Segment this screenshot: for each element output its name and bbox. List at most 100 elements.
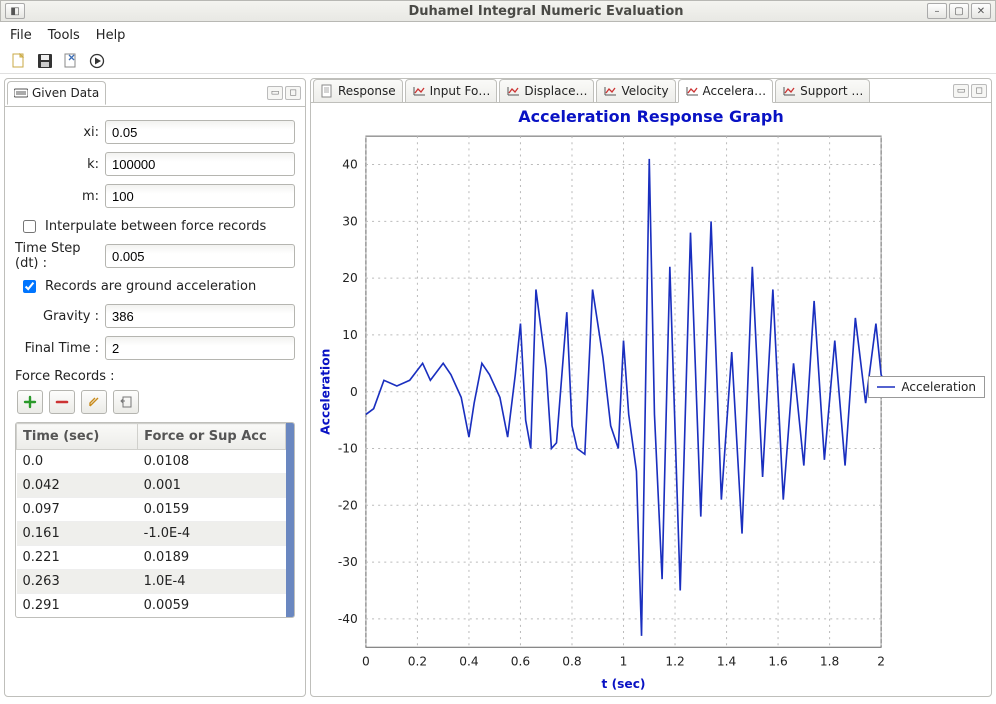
- table-row[interactable]: 0.2631.0E-4: [17, 570, 286, 594]
- tab-response[interactable]: Response: [313, 79, 403, 103]
- app-icon: ◧: [5, 3, 25, 19]
- label-xi: xi:: [15, 125, 105, 140]
- svg-text:0: 0: [362, 655, 370, 669]
- table-row[interactable]: 0.161-1.0E-4: [17, 522, 286, 546]
- import-record-button[interactable]: [113, 390, 139, 414]
- new-icon[interactable]: [10, 52, 28, 70]
- close-button[interactable]: ✕: [971, 3, 991, 19]
- table-row[interactable]: 0.2210.0189: [17, 546, 286, 570]
- sidebar-tab-label: Given Data: [32, 86, 99, 100]
- chart-icon: [603, 84, 617, 98]
- maximize-button[interactable]: ▢: [949, 3, 969, 19]
- input-final-time[interactable]: [105, 336, 295, 360]
- tab-displace-[interactable]: Displace…: [499, 79, 594, 103]
- tab-label: Support …: [800, 84, 863, 98]
- table-row[interactable]: 0.00.0108: [17, 450, 286, 474]
- svg-text:-10: -10: [338, 442, 358, 456]
- chart-panel-maximize-button[interactable]: ◻: [971, 84, 987, 98]
- label-dt: Time Step (dt) :: [15, 241, 105, 271]
- chart-icon: [506, 84, 520, 98]
- table-row[interactable]: 0.0970.0159: [17, 498, 286, 522]
- panel-maximize-button[interactable]: ◻: [285, 86, 301, 100]
- svg-text:0.2: 0.2: [408, 655, 427, 669]
- tab-label: Displace…: [524, 84, 587, 98]
- tab-label: Accelera…: [703, 84, 767, 98]
- svg-text:1.6: 1.6: [768, 655, 787, 669]
- open-icon[interactable]: [62, 52, 80, 70]
- tab-label: Velocity: [621, 84, 668, 98]
- table-scrollbar[interactable]: [286, 423, 294, 617]
- run-icon[interactable]: [88, 52, 106, 70]
- chart-icon: [412, 84, 426, 98]
- sidebar-tab-given-data[interactable]: Given Data: [7, 81, 106, 105]
- svg-text:40: 40: [342, 158, 358, 172]
- menu-tools[interactable]: Tools: [48, 28, 80, 43]
- checkbox-ground-accel[interactable]: [23, 280, 36, 293]
- svg-text:1.4: 1.4: [717, 655, 737, 669]
- tab-label: Response: [338, 84, 396, 98]
- col-time[interactable]: Time (sec): [17, 424, 138, 450]
- svg-text:0: 0: [350, 385, 358, 399]
- svg-text:-20: -20: [338, 498, 358, 512]
- tab-input-fo-[interactable]: Input Fo…: [405, 79, 498, 103]
- menu-file[interactable]: File: [10, 28, 32, 43]
- svg-text:1.8: 1.8: [820, 655, 839, 669]
- chart-title: Acceleration Response Graph: [311, 107, 991, 126]
- force-records-table[interactable]: Time (sec) Force or Sup Acc 0.00.01080.0…: [16, 423, 286, 617]
- svg-text:1: 1: [620, 655, 628, 669]
- input-gravity[interactable]: [105, 304, 295, 328]
- menu-help[interactable]: Help: [96, 28, 126, 43]
- label-gravity: Gravity :: [15, 309, 105, 324]
- label-k: k:: [15, 157, 105, 172]
- remove-record-button[interactable]: [49, 390, 75, 414]
- svg-text:Acceleration: Acceleration: [318, 349, 332, 435]
- svg-text:-30: -30: [338, 555, 358, 569]
- minimize-button[interactable]: –: [927, 3, 947, 19]
- svg-text:-40: -40: [338, 612, 358, 626]
- svg-text:t (sec): t (sec): [602, 677, 646, 691]
- tab-support-[interactable]: Support …: [775, 79, 870, 103]
- tab-velocity[interactable]: Velocity: [596, 79, 675, 103]
- keyboard-icon: [14, 86, 28, 100]
- col-force[interactable]: Force or Sup Acc: [138, 424, 286, 450]
- checkbox-interpolate[interactable]: [23, 220, 36, 233]
- add-record-button[interactable]: [17, 390, 43, 414]
- table-row[interactable]: 0.0420.001: [17, 474, 286, 498]
- input-k[interactable]: [105, 152, 295, 176]
- titlebar-left-icon: ◧: [5, 3, 165, 19]
- svg-text:2: 2: [877, 655, 885, 669]
- svg-text:1.2: 1.2: [665, 655, 684, 669]
- input-m[interactable]: [105, 184, 295, 208]
- label-m: m:: [15, 189, 105, 204]
- svg-text:0.6: 0.6: [511, 655, 530, 669]
- toolbar: [0, 48, 996, 74]
- edit-record-button[interactable]: [81, 390, 107, 414]
- label-interpolate: Interpulate between force records: [45, 219, 266, 234]
- chart-icon: [782, 84, 796, 98]
- table-row[interactable]: 0.2910.0059: [17, 594, 286, 618]
- chart-legend: Acceleration: [868, 376, 985, 398]
- chart-panel-minimize-button[interactable]: ▭: [953, 84, 969, 98]
- chart-panel: Response Input Fo… Displace… Velocity Accele…: [310, 78, 992, 697]
- acceleration-chart: 00.20.40.60.811.21.41.61.82-40-30-20-100…: [315, 126, 987, 700]
- svg-text:20: 20: [342, 271, 358, 285]
- tab-label: Input Fo…: [430, 84, 491, 98]
- label-force-records: Force Records :: [15, 365, 295, 384]
- document-icon: [320, 84, 334, 98]
- panel-minimize-button[interactable]: ▭: [267, 86, 283, 100]
- label-ground-accel: Records are ground acceleration: [45, 279, 256, 294]
- input-dt[interactable]: [105, 244, 295, 268]
- tab-accelera-[interactable]: Accelera…: [678, 79, 774, 103]
- label-final-time: Final Time :: [15, 341, 105, 356]
- chart-icon: [685, 84, 699, 98]
- given-data-panel: Given Data ▭ ◻ xi: k: m: Interpulate bet…: [4, 78, 306, 697]
- window-titlebar: ◧ Duhamel Integral Numeric Evaluation – …: [0, 0, 996, 22]
- menubar: File Tools Help: [0, 22, 996, 48]
- svg-text:30: 30: [342, 214, 358, 228]
- input-xi[interactable]: [105, 120, 295, 144]
- svg-text:0.8: 0.8: [562, 655, 581, 669]
- svg-text:10: 10: [342, 328, 358, 342]
- save-icon[interactable]: [36, 52, 54, 70]
- window-title: Duhamel Integral Numeric Evaluation: [165, 4, 927, 19]
- legend-label: Acceleration: [901, 380, 976, 394]
